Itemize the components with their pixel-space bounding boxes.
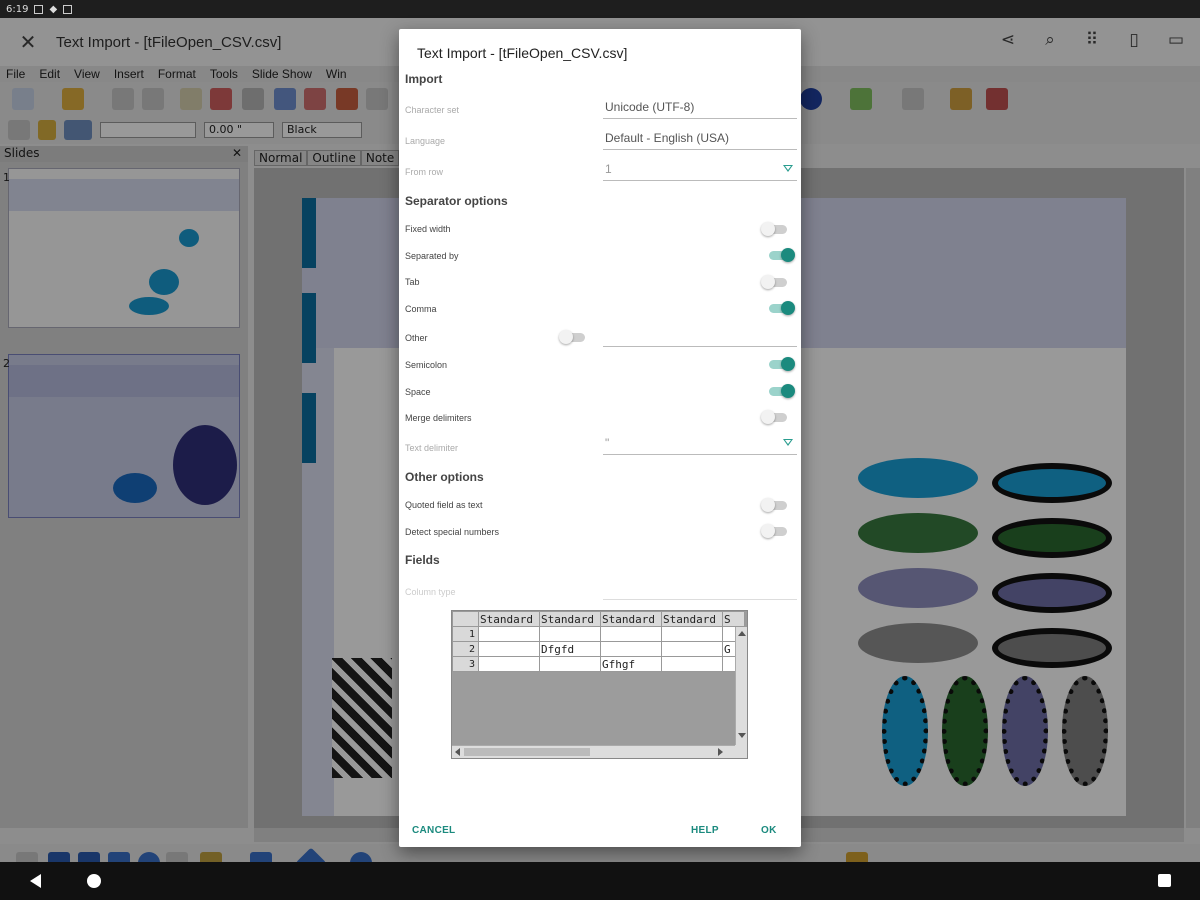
separated-by-toggle[interactable] [767,248,795,262]
row-number: 1 [452,626,479,642]
ok-button[interactable]: OK [761,825,777,836]
column-type-field[interactable] [603,599,797,600]
column-header[interactable]: Standard [661,611,723,627]
from-row-value: 1 [605,162,612,176]
space-toggle[interactable] [767,384,795,398]
merge-delimiters-label: Merge delimiters [405,413,472,423]
import-heading: Import [405,72,443,86]
comma-label: Comma [405,304,437,314]
column-header[interactable]: Standard [600,611,662,627]
grid-horizontal-scrollbar[interactable] [452,745,737,758]
separator-heading: Separator options [405,194,508,208]
row-number: 2 [452,641,479,657]
column-header[interactable]: S [722,611,745,627]
grid-cell [539,626,601,642]
dialog-title: Text Import - [tFileOpen_CSV.csv] [417,45,628,61]
grid-corner [452,611,479,627]
scroll-down-icon[interactable] [738,733,746,738]
chevron-down-icon [783,439,793,446]
fixed-width-label: Fixed width [405,224,451,234]
detect-special-label: Detect special numbers [405,527,500,537]
grid-cell [661,626,723,642]
grid-scroll-corner [735,745,747,758]
text-delimiter-field[interactable]: " [603,433,797,455]
table-row: 2 Dfgfd G [452,641,745,657]
tab-toggle[interactable] [761,275,787,289]
cancel-button[interactable]: CANCEL [412,825,455,836]
grid-cell [661,641,723,657]
notification-icon [34,4,44,14]
grid-cell [600,641,662,657]
table-row: 3 Gfhgf [452,656,745,672]
grid-vertical-scrollbar[interactable] [735,627,747,758]
other-options-heading: Other options [405,470,484,484]
grid-cell: Gfhgf [600,656,662,672]
semicolon-toggle[interactable] [767,357,795,371]
text-delimiter-value: " [605,436,610,450]
column-type-label: Column type [405,587,456,597]
status-time: 6:19 [6,3,29,15]
quoted-field-toggle[interactable] [761,498,787,512]
preview-grid[interactable]: Standard Standard Standard Standard S 1 … [451,610,748,759]
charset-field[interactable]: Unicode (UTF-8) [603,97,797,119]
space-label: Space [405,387,431,397]
navigation-bar [0,862,1200,900]
text-import-dialog: Text Import - [tFileOpen_CSV.csv] Import… [399,29,801,847]
detect-special-toggle[interactable] [761,524,787,538]
fixed-width-toggle[interactable] [761,222,787,236]
other-label: Other [405,333,428,343]
scroll-right-icon[interactable] [718,748,723,756]
chevron-down-icon [783,165,793,172]
help-button[interactable]: HELP [691,825,719,836]
home-icon[interactable] [87,874,101,888]
tab-label: Tab [405,277,420,287]
other-separator-input[interactable] [603,325,797,347]
from-row-label: From row [405,167,443,177]
notification-icon [63,4,73,14]
row-number: 3 [452,656,479,672]
notification-icon: ◆ [49,3,58,15]
grid-cell [661,656,723,672]
charset-label: Character set [405,105,460,115]
back-icon[interactable] [30,874,41,888]
grid-cell [539,656,601,672]
grid-cell [478,641,540,657]
grid-cell [478,656,540,672]
quoted-field-label: Quoted field as text [405,500,483,510]
scroll-left-icon[interactable] [455,748,460,756]
grid-cell [478,626,540,642]
language-label: Language [405,136,446,146]
comma-toggle[interactable] [767,301,795,315]
merge-delimiters-toggle[interactable] [761,410,787,424]
scroll-thumb[interactable] [464,748,590,756]
table-row: 1 [452,626,745,642]
other-toggle[interactable] [559,330,585,344]
from-row-field[interactable]: 1 [603,159,797,181]
grid-cell: Dfgfd [539,641,601,657]
column-header[interactable]: Standard [478,611,540,627]
separated-by-label: Separated by [405,251,459,261]
semicolon-label: Semicolon [405,360,448,370]
column-header[interactable]: Standard [539,611,601,627]
grid-cell [600,626,662,642]
text-delimiter-label: Text delimiter [405,443,459,453]
language-field[interactable]: Default - English (USA) [603,128,797,150]
status-bar: 6:19 ◆ [0,0,1200,18]
fields-heading: Fields [405,553,440,567]
recent-apps-icon[interactable] [1158,874,1171,887]
scroll-up-icon[interactable] [738,631,746,636]
